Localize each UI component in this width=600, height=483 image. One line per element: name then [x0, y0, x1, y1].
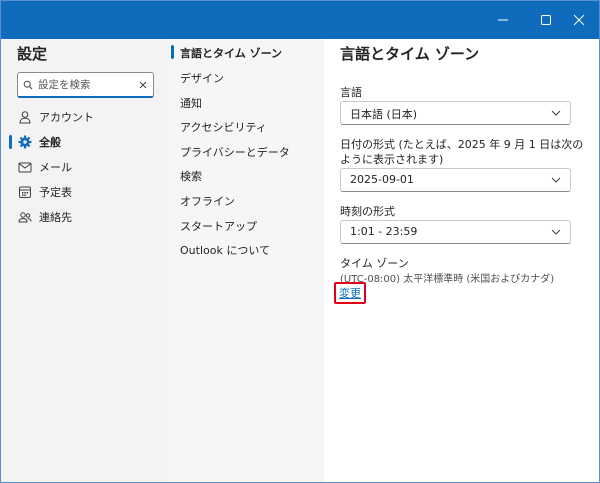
timezone-label: タイム ゾーン [340, 257, 409, 270]
nav-item-account[interactable]: アカウント [7, 105, 163, 129]
time-format-value: 1:01 - 23:59 [350, 225, 418, 238]
subnav-item-startup[interactable]: スタートアップ [169, 213, 324, 237]
subnav-item-about-outlook[interactable]: Outlook について [169, 237, 324, 261]
settings-window: 設定 アカウント [0, 0, 600, 483]
subnav-item-privacy[interactable]: プライバシーとデータ [169, 139, 324, 163]
nav-item-label: 連絡先 [39, 211, 72, 224]
settings-nav: 設定 アカウント [1, 39, 169, 482]
time-format-label: 時刻の形式 [340, 205, 395, 218]
calendar-icon [18, 185, 32, 199]
language-label: 言語 [340, 86, 362, 99]
subnav-item-accessibility[interactable]: アクセシビリティ [169, 114, 324, 138]
maximize-icon [541, 15, 551, 25]
date-format-label-line1: 日付の形式 (たとえば、2025 年 9 月 1 日は次の [340, 138, 584, 151]
search-input[interactable] [38, 78, 133, 91]
subnav-item-label: 検索 [180, 170, 202, 183]
change-timezone-link[interactable]: 変更 [334, 282, 366, 304]
clear-search-icon[interactable] [133, 81, 153, 89]
minimize-icon [498, 19, 508, 21]
search-icon [18, 80, 38, 90]
language-dropdown[interactable]: 日本語 (日本) [340, 101, 571, 125]
nav-item-label: メール [39, 161, 72, 174]
chevron-down-icon [551, 110, 561, 116]
nav-item-general[interactable]: 全般 [7, 130, 163, 154]
nav-item-label: 全般 [39, 136, 61, 149]
close-icon [573, 14, 585, 26]
gear-icon [18, 135, 32, 149]
close-button[interactable] [557, 1, 599, 39]
subnav-item-notifications[interactable]: 通知 [169, 90, 324, 114]
mail-icon [18, 160, 32, 174]
subnav-item-offline[interactable]: オフライン [169, 188, 324, 212]
language-value: 日本語 (日本) [350, 108, 418, 121]
subnav-item-label: デザイン [180, 72, 224, 85]
subnav-item-label: オフライン [180, 195, 235, 208]
settings-title: 設定 [17, 45, 48, 63]
subnav-item-label: Outlook について [180, 244, 270, 257]
nav-item-calendar[interactable]: 予定表 [7, 180, 163, 204]
subnav-item-label: スタートアップ [180, 220, 257, 233]
date-format-label-line2: ように表示されます) [340, 153, 444, 166]
minimize-button[interactable] [481, 1, 525, 39]
date-format-dropdown[interactable]: 2025-09-01 [340, 168, 571, 192]
timezone-value: (UTC-08:00) 太平洋標準時 (米国およびカナダ) [340, 274, 555, 285]
subnav-item-design[interactable]: デザイン [169, 65, 324, 89]
subnav-item-label: プライバシーとデータ [180, 146, 290, 159]
nav-item-mail[interactable]: メール [7, 155, 163, 179]
general-subnav: 言語とタイム ゾーン デザイン 通知 アクセシビリティ プライバシーとデータ 検… [169, 39, 324, 482]
active-indicator [171, 45, 174, 59]
chevron-down-icon [551, 177, 561, 183]
nav-item-contacts[interactable]: 連絡先 [7, 205, 163, 229]
title-bar [1, 1, 599, 39]
subnav-item-label: 言語とタイム ゾーン [180, 47, 283, 60]
active-indicator [9, 135, 12, 149]
nav-item-label: 予定表 [39, 186, 72, 199]
subnav-item-label: 通知 [180, 97, 202, 110]
language-timezone-panel: 言語とタイム ゾーン 言語 日本語 (日本) 日付の形式 (たとえば、2025 … [324, 39, 599, 482]
person-icon [18, 110, 32, 124]
people-icon [18, 210, 32, 224]
chevron-down-icon [551, 229, 561, 235]
settings-search[interactable] [17, 72, 154, 98]
page-title: 言語とタイム ゾーン [340, 45, 480, 63]
date-format-value: 2025-09-01 [350, 173, 414, 186]
subnav-item-label: アクセシビリティ [180, 121, 267, 134]
subnav-item-language-timezone[interactable]: 言語とタイム ゾーン [169, 40, 324, 64]
nav-item-label: アカウント [39, 111, 94, 124]
subnav-item-search[interactable]: 検索 [169, 163, 324, 187]
time-format-dropdown[interactable]: 1:01 - 23:59 [340, 220, 571, 244]
